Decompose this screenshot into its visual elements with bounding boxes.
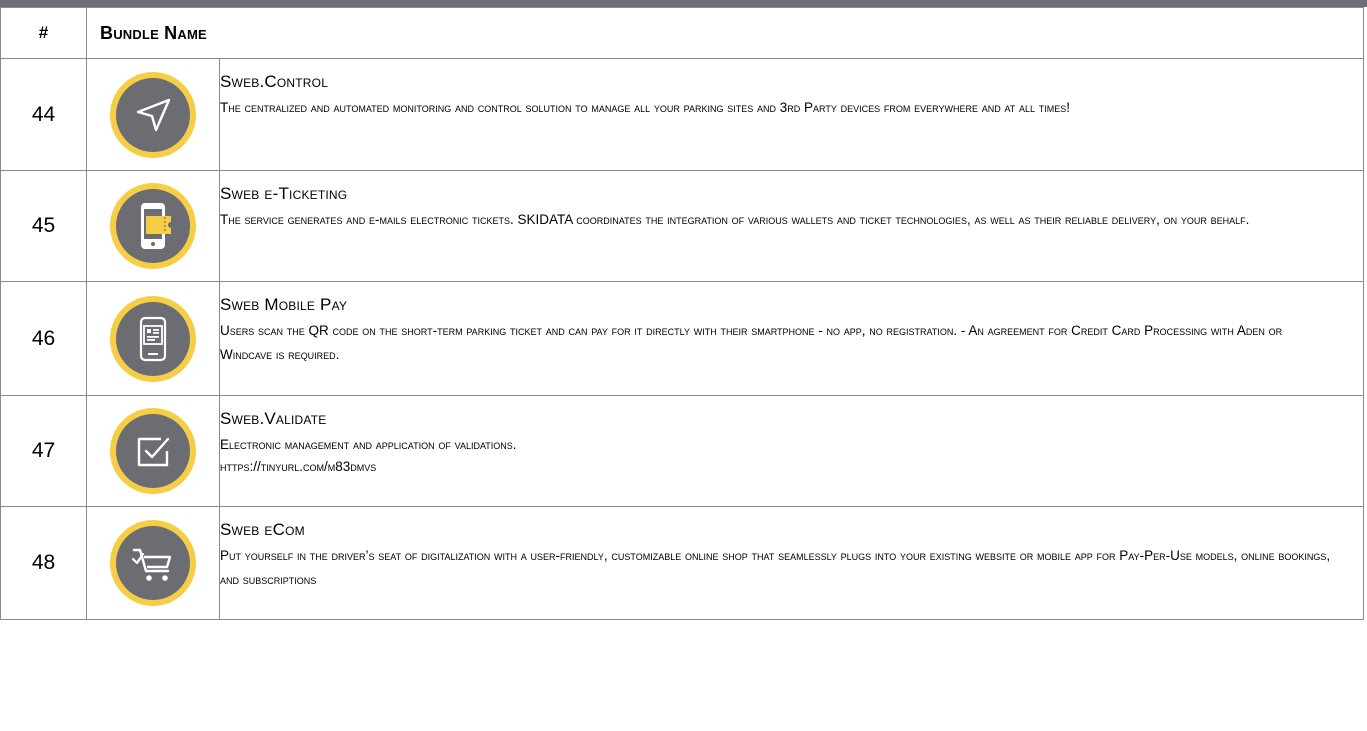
bundle-title: Sweb eCom <box>220 520 305 539</box>
bundle-description: The service generates and e-mails electr… <box>220 212 1250 227</box>
bundle-description: The centralized and automated monitoring… <box>220 100 1071 115</box>
bundle-description: Electronic management and application of… <box>220 437 517 452</box>
bundle-description: Put yourself in the driver’s seat of dig… <box>220 548 1331 587</box>
bundle-number: 46 <box>0 281 87 396</box>
table-row: 44 Sweb.Control The centralized and auto… <box>0 58 1364 171</box>
top-bar <box>0 0 1367 7</box>
table-row: 48 Sweb eCom Put yourself in the driver’… <box>0 506 1364 620</box>
mobile-pay-icon <box>110 295 196 382</box>
table-header-row: # Bundle Name <box>0 7 1364 59</box>
bundle-number: 45 <box>0 170 87 282</box>
shopping-cart-icon <box>110 520 196 606</box>
bundle-number: 47 <box>0 395 87 507</box>
table-row: 47 Sweb.Validate Electronic management a… <box>0 395 1364 507</box>
bundle-title: Sweb e-Ticketing <box>220 184 348 203</box>
phone-ticket-icon <box>110 183 196 269</box>
bundle-number: 48 <box>0 506 87 620</box>
header-bundle-name: Bundle Name <box>86 7 1364 59</box>
table-row: 45 Sweb e-Ticketing The service generate… <box>0 170 1364 282</box>
header-number: # <box>0 7 87 59</box>
bundle-title: Sweb.Control <box>220 72 329 91</box>
bundle-link[interactable]: https://tinyurl.com/m83dmvs <box>220 455 1363 479</box>
checkbox-icon <box>110 408 196 494</box>
bundle-table: # Bundle Name 44 Sweb.Control The centra… <box>0 7 1364 620</box>
table-row: 46 Sweb Mobile Pay Users scan the QR cod… <box>0 281 1364 396</box>
bundle-title: Sweb Mobile Pay <box>220 295 348 314</box>
bundle-description: Users scan the QR code on the short-term… <box>220 323 1283 362</box>
send-arrow-icon <box>110 71 196 158</box>
bundle-number: 44 <box>0 58 87 171</box>
bundle-title: Sweb.Validate <box>220 409 327 428</box>
